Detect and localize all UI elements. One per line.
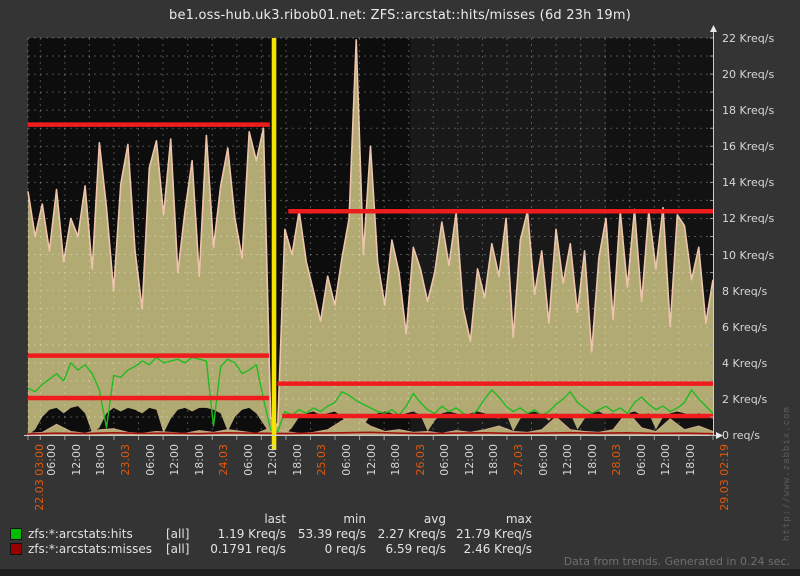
zabbix-url-watermark: http://www.zabbix.com	[782, 406, 792, 541]
graph-canvas[interactable]	[0, 0, 800, 576]
x-axis-time-label: 18:00	[192, 444, 206, 476]
y-axis-label: 4 Kreq/s	[722, 356, 768, 370]
legend-item-scope: [all]	[166, 541, 190, 556]
x-axis-time-label: 18:00	[683, 444, 697, 476]
x-axis-time-label: 18:00	[389, 444, 403, 476]
x-axis-date-label: 24.03	[217, 444, 231, 476]
y-axis-label: 20 Kreq/s	[722, 68, 775, 82]
x-axis-time-label: 18:00	[585, 444, 599, 476]
y-axis-label: 10 Kreq/s	[722, 248, 775, 262]
legend-avg-value: 6.59 req/s	[385, 541, 447, 556]
legend-last-value: 0.1791 req/s	[210, 541, 286, 556]
x-axis-time-label: 18:00	[94, 444, 108, 476]
x-axis-date-label: 23.03	[118, 444, 132, 476]
x-axis-time-label: 06:00	[143, 444, 157, 476]
y-axis-label: 18 Kreq/s	[722, 104, 775, 118]
x-axis-time-label: 12:00	[266, 444, 280, 476]
y-axis-label: 14 Kreq/s	[722, 176, 775, 190]
bottom-strip	[0, 569, 800, 576]
x-axis-time-label: 06:00	[241, 444, 255, 476]
x-axis-time-label: 06:00	[45, 444, 59, 476]
generation-info: Data from trends. Generated in 0.24 sec.	[563, 555, 790, 568]
y-axis-arrow	[710, 25, 717, 32]
x-axis-date-label: 26.03	[413, 444, 427, 476]
zabbix-graph-window: be1.oss-hub.uk3.ribob01.net: ZFS::arcsta…	[0, 0, 800, 576]
x-axis-date-label: 28.03	[610, 444, 624, 476]
legend-max-value: 21.79 Kreq/s	[455, 526, 532, 541]
x-axis-date-label: 25.03	[315, 444, 329, 476]
legend-header-max: max	[505, 511, 532, 526]
legend-header-min: min	[343, 511, 366, 526]
x-axis-time-label: 12:00	[659, 444, 673, 476]
legend-min-value: 0 req/s	[324, 541, 366, 556]
y-axis-label: 22 Kreq/s	[722, 32, 775, 45]
x-axis-time-label: 12:00	[69, 444, 83, 476]
x-axis-time-label: 06:00	[536, 444, 550, 476]
y-axis-label: 12 Kreq/s	[722, 212, 775, 226]
x-axis-date-label: 27.03	[511, 444, 525, 476]
legend-item-name: zfs:*:arcstats:hits	[28, 526, 133, 541]
y-axis-label: 2 Kreq/s	[722, 392, 768, 406]
legend-swatch	[10, 542, 28, 555]
x-axis-time-label: 12:00	[364, 444, 378, 476]
legend-last-value: 1.19 Kreq/s	[217, 526, 286, 541]
legend-header-last: last	[264, 511, 286, 526]
y-axis-label: 16 Kreq/s	[722, 140, 775, 154]
event-marker-line	[271, 38, 277, 450]
x-axis-time-label: 06:00	[438, 444, 452, 476]
x-axis-time-label: 18:00	[290, 444, 304, 476]
x-axis-time-label: 12:00	[561, 444, 575, 476]
x-axis-time-label: 12:00	[462, 444, 476, 476]
y-axis-label: 8 Kreq/s	[722, 284, 768, 298]
x-axis-date-label: 29.03 02:19	[718, 444, 731, 511]
legend-avg-value: 2.27 Kreq/s	[377, 526, 446, 541]
y-axis-label: 6 Kreq/s	[722, 320, 768, 334]
x-axis-time-label: 18:00	[487, 444, 501, 476]
legend-header-avg: avg	[423, 511, 446, 526]
x-axis-time-label: 06:00	[634, 444, 648, 476]
x-axis-date-label: 22.03 03:00	[33, 444, 46, 511]
x-axis-time-label: 06:00	[340, 444, 354, 476]
legend-item-name: zfs:*:arcstats:misses	[28, 541, 152, 556]
legend-item-scope: [all]	[166, 526, 190, 541]
legend-max-value: 2.46 Kreq/s	[463, 541, 532, 556]
legend: last min avg max zfs:*:arcstats:hits [all] 1.1…	[10, 511, 532, 556]
legend-min-value: 53.39 req/s	[297, 526, 366, 541]
x-axis-time-label: 12:00	[168, 444, 182, 476]
legend-swatch	[10, 527, 28, 540]
